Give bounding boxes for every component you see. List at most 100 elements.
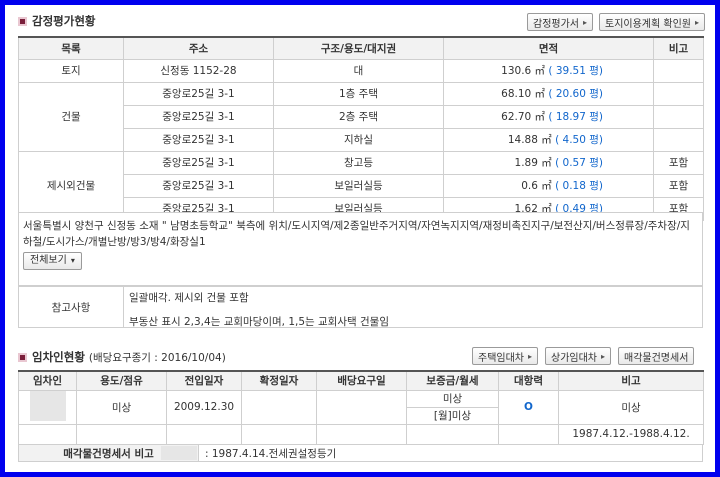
header-move-in: 전입일자 — [166, 370, 242, 391]
cell-move-in: 2009.12.30 — [166, 389, 242, 425]
commercial-lease-button[interactable]: 상가임대차 ▸ — [545, 347, 612, 365]
cell-note — [653, 81, 704, 106]
cell-category: 제시외건물 — [18, 150, 124, 221]
housing-lease-button[interactable]: 주택임대차 ▸ — [472, 347, 539, 365]
chevron-right-icon: ▸ — [583, 17, 588, 27]
table-header-row: 목록 주소 구조/용도/대지권 면적 비고 — [18, 36, 704, 60]
cell-structure: 창고등 — [273, 150, 444, 175]
cell-category: 토지 — [18, 58, 124, 83]
housing-lease-label: 주택임대차 — [478, 352, 524, 364]
area-value: 62.70 ㎡ — [501, 111, 546, 123]
cell-usage: 미상 — [76, 389, 167, 425]
table-header-row: 임차인 용도/점유 전입일자 확정일자 배당요구일 보증금/월세 대항력 비고 — [18, 370, 704, 391]
cell-area: 14.88 ㎡ ( 4.50 평) — [443, 127, 654, 152]
cell-note — [653, 104, 704, 129]
appraisal-section-title: 감정평가현황 — [18, 13, 95, 29]
header-note: 비고 — [558, 370, 704, 391]
header-address: 주소 — [123, 36, 274, 60]
area-pyeong: ( 18.97 평) — [548, 111, 603, 123]
reference-text: 일괄매각. 제시외 건물 포함 부동산 표시 2,3,4는 교회마당이며, 1,… — [129, 290, 389, 330]
sale-statement-button[interactable]: 매각물건명세서 — [618, 347, 695, 365]
area-pyeong: ( 4.50 평) — [555, 134, 603, 146]
chevron-down-icon: ▾ — [70, 256, 75, 265]
area-value: 14.88 ㎡ — [507, 134, 552, 146]
cell-deposit: 미상 — [406, 389, 499, 408]
cell-note — [653, 58, 704, 83]
cell-note: 미상 — [558, 389, 704, 425]
header-tenant: 임차인 — [18, 370, 77, 391]
tenants-table: 임차인 용도/점유 전입일자 확정일자 배당요구일 보증금/월세 대항력 비고 … — [18, 370, 704, 445]
header-usage: 용도/점유 — [76, 370, 167, 391]
header-opposing: 대항력 — [498, 370, 559, 391]
cell-empty — [241, 423, 317, 445]
cell-structure: 2층 주택 — [273, 104, 444, 129]
view-all-label: 전체보기 — [30, 255, 67, 266]
chevron-right-icon: ▸ — [528, 351, 533, 361]
cell-empty — [76, 423, 167, 445]
location-description: 서울특별시 양천구 신정동 소재 " 남명초등학교" 북측에 위치/도시지역/제… — [18, 212, 703, 286]
cell-note: 1987.4.12.-1988.4.12. — [558, 423, 704, 445]
cell-opposing: O — [498, 389, 559, 425]
cell-claim — [316, 389, 407, 425]
tenants-title-text: 임차인현황 — [32, 350, 85, 364]
area-value: 68.10 ㎡ — [501, 88, 546, 100]
appraisal-doc-label: 감정평가서 — [533, 18, 579, 30]
reference-line: 일괄매각. 제시외 건물 포함 — [129, 292, 249, 304]
reference-label: 참고사항 — [19, 287, 124, 327]
header-deposit: 보증금/월세 — [406, 370, 499, 391]
reference-box: 참고사항 일괄매각. 제시외 건물 포함 부동산 표시 2,3,4는 교회마당이… — [18, 286, 703, 328]
view-all-button[interactable]: 전체보기 ▾ — [23, 252, 82, 270]
area-value: 0.6 ㎡ — [521, 180, 552, 192]
footer-text: : 1987.4.14.전세권설정등기 — [205, 448, 337, 460]
header-area: 면적 — [443, 36, 654, 60]
cell-empty — [316, 423, 407, 445]
cell-empty — [18, 423, 77, 445]
cell-address: 중앙로25길 3-1 — [123, 104, 274, 129]
location-text: 서울특별시 양천구 신정동 소재 " 남명초등학교" 북측에 위치/도시지역/제… — [23, 220, 690, 248]
header-confirmed: 확정일자 — [241, 370, 317, 391]
cell-address: 신정동 1152-28 — [123, 58, 274, 83]
cell-area: 62.70 ㎡ ( 18.97 평) — [443, 104, 654, 129]
area-pyeong: ( 39.51 평) — [548, 65, 603, 77]
tenants-subtitle: (배당요구종기 : 2016/10/04) — [88, 351, 226, 364]
cell-structure: 1층 주택 — [273, 81, 444, 106]
table-row: 1987.4.12.-1988.4.12. — [18, 423, 704, 445]
area-pyeong: ( 0.57 평) — [555, 157, 603, 169]
cell-empty — [166, 423, 242, 445]
section-bullet-icon — [18, 16, 27, 26]
cell-note: 포함 — [653, 150, 704, 175]
header-category: 목록 — [18, 36, 124, 60]
area-pyeong: ( 0.18 평) — [555, 180, 603, 192]
cell-structure: 지하실 — [273, 127, 444, 152]
land-plan-button[interactable]: 토지이용계획 확인원 ▸ — [599, 13, 705, 31]
sale-statement-label: 매각물건명세서 — [624, 352, 689, 364]
cell-area: 68.10 ㎡ ( 20.60 평) — [443, 81, 654, 106]
chevron-right-icon: ▸ — [601, 351, 606, 361]
cell-empty — [498, 423, 559, 445]
table-row: 제시외건물 중앙로25길 3-1 창고등 1.89 ㎡ ( 0.57 평) 포함 — [18, 150, 704, 221]
table-row: 미상 2009.12.30 미상 O 미상 — [18, 389, 704, 425]
cell-address: 중앙로25길 3-1 — [123, 150, 274, 175]
chevron-right-icon: ▸ — [694, 17, 699, 27]
cell-confirmed — [241, 389, 317, 425]
table-row: 토지 신정동 1152-28 대 130.6 ㎡ ( 39.51 평) — [18, 58, 704, 83]
appraisal-title-text: 감정평가현황 — [32, 14, 96, 28]
tenants-section-title: 임차인현황 (배당요구종기 : 2016/10/04) — [18, 349, 226, 365]
reference-line: 부동산 표시 2,3,4는 교회마당이며, 1,5는 교회사택 건물임 — [129, 316, 389, 328]
area-pyeong: ( 20.60 평) — [548, 88, 603, 100]
cell-address: 중앙로25길 3-1 — [123, 127, 274, 152]
land-plan-label: 토지이용계획 확인원 — [605, 18, 691, 30]
cell-category: 건물 — [18, 81, 124, 152]
cell-structure: 대 — [273, 58, 444, 83]
cell-address: 중앙로25길 3-1 — [123, 81, 274, 106]
header-claim: 배당요구일 — [316, 370, 407, 391]
appraisal-doc-button[interactable]: 감정평가서 ▸ — [527, 13, 594, 31]
cell-empty — [406, 423, 499, 445]
cell-area: 0.6 ㎡ ( 0.18 평) — [443, 173, 654, 198]
header-structure: 구조/용도/대지권 — [273, 36, 444, 60]
cell-deposit-monthly: [월]미상 — [406, 406, 499, 425]
header-note: 비고 — [653, 36, 704, 60]
redacted-block — [161, 446, 197, 460]
section-bullet-icon — [18, 352, 27, 362]
sale-statement-note: 매각물건명세서 비고 : 1987.4.14.전세권설정등기 — [18, 444, 703, 462]
